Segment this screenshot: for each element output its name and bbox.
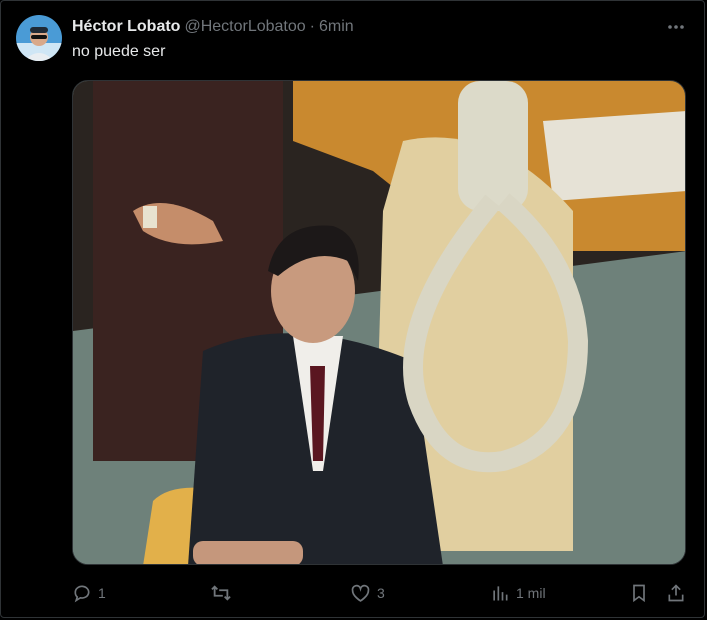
like-button[interactable]: 3 (350, 580, 385, 606)
reply-button[interactable]: 1 (72, 580, 106, 606)
post-header: Héctor Lobato @HectorLobatoo · 6min (72, 16, 659, 38)
author-name[interactable]: Héctor Lobato (72, 18, 180, 36)
post-image[interactable] (72, 80, 686, 565)
reply-bubble-icon (74, 585, 90, 603)
author-avatar[interactable] (16, 15, 62, 61)
share-button[interactable] (666, 580, 686, 606)
views-button[interactable]: 1 mil (490, 580, 546, 606)
like-count: 3 (377, 585, 385, 601)
post-timestamp[interactable]: 6min (319, 18, 354, 36)
heart-icon (351, 584, 370, 602)
repost-button[interactable] (210, 580, 238, 606)
views-count: 1 mil (516, 585, 546, 601)
repost-arrows-icon (211, 585, 231, 601)
more-options-button[interactable] (665, 18, 687, 36)
post-actions-bar: 1 3 1 mil (72, 580, 692, 606)
share-upload-icon (668, 584, 684, 602)
post-text: no puede ser (72, 43, 166, 60)
bar-chart-icon (493, 586, 508, 601)
reply-count: 1 (98, 585, 106, 601)
more-dots-icon (668, 25, 684, 29)
author-handle[interactable]: @HectorLobatoo (184, 18, 305, 36)
bookmark-button[interactable] (630, 580, 648, 606)
header-separator: · (309, 18, 315, 35)
bookmark-icon (633, 584, 645, 603)
